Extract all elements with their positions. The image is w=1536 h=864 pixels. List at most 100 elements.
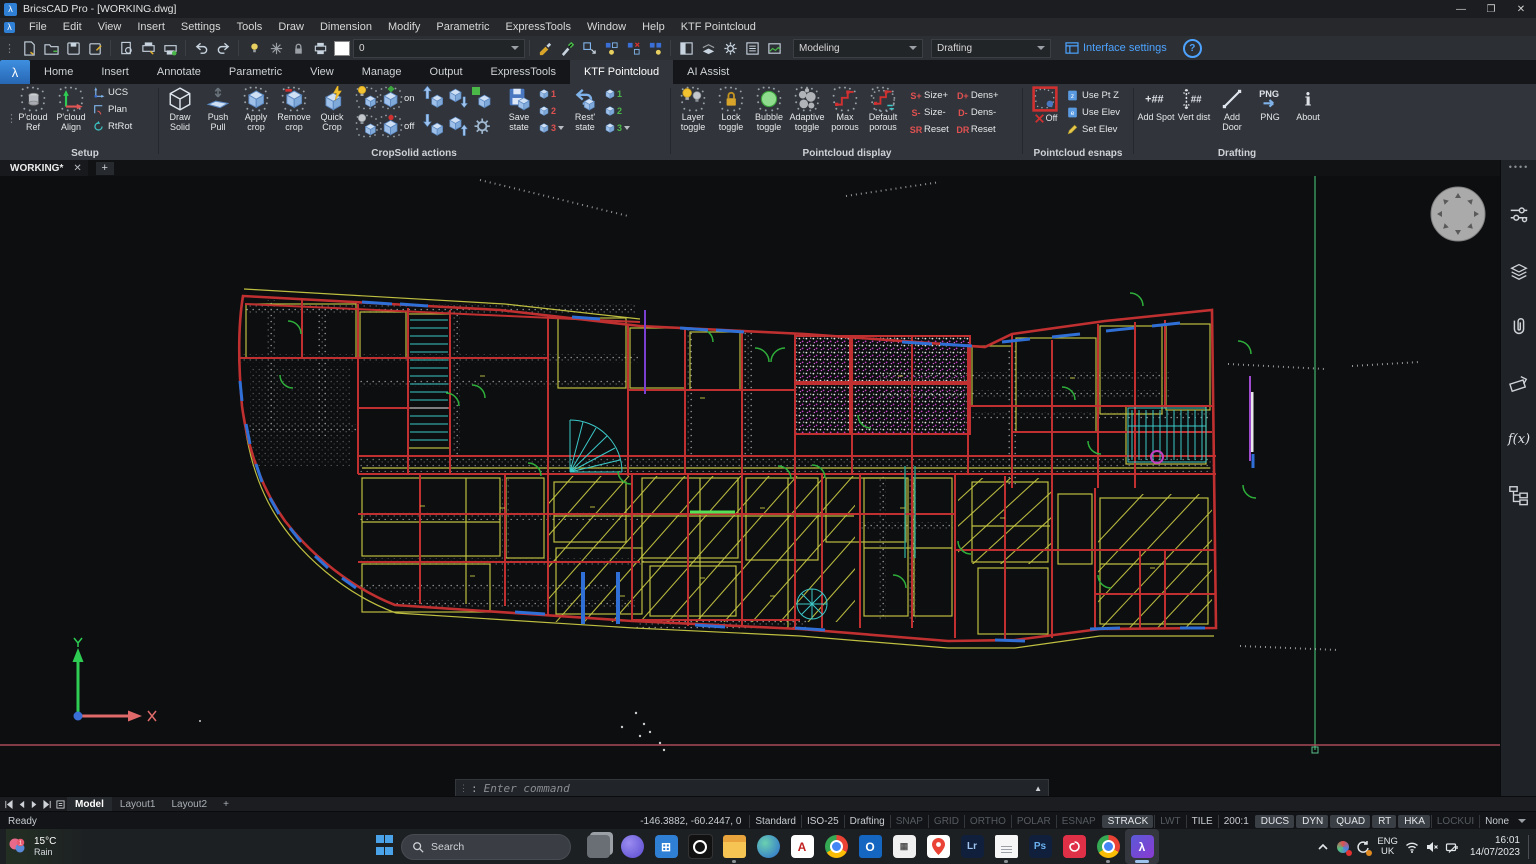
open-file-icon[interactable] xyxy=(40,38,62,58)
undo-icon[interactable] xyxy=(190,38,212,58)
fields-icon[interactable]: f(x) xyxy=(1506,426,1532,452)
show-desktop-button[interactable] xyxy=(1528,835,1532,859)
command-input[interactable]: Enter command xyxy=(484,782,570,795)
properties-icon[interactable] xyxy=(1506,202,1532,228)
profile-dropdown[interactable]: Drafting xyxy=(931,39,1051,58)
status-toggle-grid[interactable]: GRID xyxy=(928,815,964,828)
status-toggle-lockui[interactable]: LOCKUI xyxy=(1431,815,1479,828)
workspace-dropdown[interactable]: Modeling xyxy=(793,39,923,58)
status-field-drafting[interactable]: Drafting xyxy=(844,815,890,828)
volume-muted-icon[interactable] xyxy=(1422,835,1442,859)
structure-icon[interactable] xyxy=(1506,482,1532,508)
print-icon[interactable] xyxy=(159,38,181,58)
tab-parametric[interactable]: Parametric xyxy=(215,60,296,84)
crop-show-bulb-button[interactable] xyxy=(355,86,379,110)
rtrot-button[interactable]: RtRot xyxy=(92,118,132,135)
layer-dropdown[interactable]: 0 xyxy=(353,39,525,58)
bricscad-taskbar-button[interactable]: λ xyxy=(1125,829,1159,864)
dens-minus-button[interactable]: D-Dens- xyxy=(955,104,999,121)
save-state-button[interactable]: Save state xyxy=(500,84,538,132)
copy-entities-icon[interactable] xyxy=(578,38,600,58)
status-toggle-polar[interactable]: POLAR xyxy=(1011,815,1056,828)
tab-expresstools[interactable]: ExpressTools xyxy=(477,60,570,84)
tab-output[interactable]: Output xyxy=(416,60,477,84)
isolate-entities-icon[interactable] xyxy=(600,38,622,58)
help-icon[interactable]: ? xyxy=(1183,39,1202,58)
status-field-none[interactable]: None xyxy=(1479,815,1514,828)
match-properties-icon[interactable] xyxy=(534,38,556,58)
drawing-canvas[interactable] xyxy=(0,176,1500,796)
dens-reset-button[interactable]: DRReset xyxy=(955,121,999,138)
layer-freeze-icon[interactable] xyxy=(265,38,287,58)
menu-settings[interactable]: Settings xyxy=(173,18,229,36)
add-spot-button[interactable]: +## Add Spot xyxy=(1137,84,1175,123)
minimize-button[interactable]: — xyxy=(1446,0,1476,18)
close-button[interactable]: ✕ xyxy=(1506,0,1536,18)
audio-app-button[interactable] xyxy=(683,829,717,864)
rest-state-slot-3[interactable]: 3 xyxy=(604,119,630,136)
esnap-off-button[interactable]: Off xyxy=(1026,84,1064,125)
crop-extend-button[interactable] xyxy=(470,86,494,110)
menu-expresstools[interactable]: ExpressTools xyxy=(498,18,579,36)
layer-toggle-button[interactable]: Layer toggle xyxy=(674,84,712,132)
remove-crop-button[interactable]: Remove crop xyxy=(275,84,313,132)
status-toggle-strack[interactable]: STRACK xyxy=(1102,815,1154,828)
crop-off-cube-button[interactable] xyxy=(379,114,403,138)
dens-plus-button[interactable]: D+Dens+ xyxy=(955,87,999,104)
menu-dimension[interactable]: Dimension xyxy=(312,18,380,36)
rest-state-slot-1[interactable]: 1 xyxy=(604,85,630,102)
unisolate-entities-icon[interactable] xyxy=(644,38,666,58)
save-state-slot-2[interactable]: 2 xyxy=(538,102,564,119)
set-elev-button[interactable]: Set Elev xyxy=(1066,121,1120,138)
png-button[interactable]: PNG PNG xyxy=(1251,84,1289,123)
status-toggle-snap[interactable]: SNAP xyxy=(890,815,928,828)
status-toggle-ducs[interactable]: DUCS xyxy=(1255,815,1294,828)
menu-draw[interactable]: Draw xyxy=(270,18,312,36)
wifi-icon[interactable] xyxy=(1402,835,1422,859)
vert-dist-button[interactable]: ## Vert dist xyxy=(1175,84,1213,123)
rest-state-button[interactable]: Rest' state xyxy=(566,84,604,132)
clock[interactable]: 16:0114/07/2023 xyxy=(1470,835,1520,859)
layout-list-button[interactable] xyxy=(54,799,67,811)
menu-parametric[interactable]: Parametric xyxy=(428,18,497,36)
pcloud-ref-button[interactable]: P'cloud Ref xyxy=(14,84,52,132)
lock-toggle-button[interactable]: Lock toggle xyxy=(712,84,750,132)
tools-icon[interactable] xyxy=(1506,370,1532,396)
lightroom-button[interactable]: Lr xyxy=(955,829,989,864)
use-pt-z-button[interactable]: Use Pt Z xyxy=(1066,87,1120,104)
menu-file[interactable]: File xyxy=(21,18,55,36)
menu-ktf-pointcloud[interactable]: KTF Pointcloud xyxy=(673,18,764,36)
save-state-slot-3[interactable]: 3 xyxy=(538,119,564,136)
toolbar-grip[interactable]: ⋮ xyxy=(0,42,18,55)
crop-top-button[interactable] xyxy=(446,86,470,110)
render-image-icon[interactable] xyxy=(763,38,785,58)
notepad-button[interactable] xyxy=(989,829,1023,864)
default-porous-button[interactable]: Default porous xyxy=(864,84,902,132)
status-field-standard[interactable]: Standard xyxy=(749,815,801,828)
status-field-iso25[interactable]: ISO-25 xyxy=(801,815,844,828)
restore-button[interactable]: ❐ xyxy=(1476,0,1506,18)
redo-icon[interactable] xyxy=(212,38,234,58)
start-button[interactable] xyxy=(376,835,393,859)
bubble-toggle-button[interactable]: Bubble toggle xyxy=(750,84,788,132)
structure-list-icon[interactable] xyxy=(741,38,763,58)
tab-ai-assist[interactable]: AI Assist xyxy=(673,60,743,84)
tab-ktf-pointcloud[interactable]: KTF Pointcloud xyxy=(570,60,673,84)
rest-state-slot-2[interactable]: 2 xyxy=(604,102,630,119)
settings-gear-icon[interactable] xyxy=(719,38,741,58)
color-swatch[interactable] xyxy=(334,41,350,56)
file-explorer-button[interactable] xyxy=(717,829,751,864)
tab-manage[interactable]: Manage xyxy=(348,60,416,84)
quick-crop-button[interactable]: Quick Crop xyxy=(313,84,351,132)
layers-icon[interactable] xyxy=(1506,258,1532,284)
use-elev-button[interactable]: Use Elev xyxy=(1066,104,1120,121)
ribbon-logo-tab[interactable]: λ xyxy=(0,60,30,84)
panel-handle-dots[interactable]: •••• xyxy=(1509,162,1530,172)
status-toggle-rt[interactable]: RT xyxy=(1372,815,1396,828)
close-icon[interactable]: ✕ xyxy=(73,163,81,174)
save-icon[interactable] xyxy=(62,38,84,58)
status-toggle-esnap[interactable]: ESNAP xyxy=(1056,815,1101,828)
about-button[interactable]: i About xyxy=(1289,84,1327,123)
menu-edit[interactable]: Edit xyxy=(55,18,90,36)
status-toggle-dyn[interactable]: DYN xyxy=(1296,815,1328,828)
